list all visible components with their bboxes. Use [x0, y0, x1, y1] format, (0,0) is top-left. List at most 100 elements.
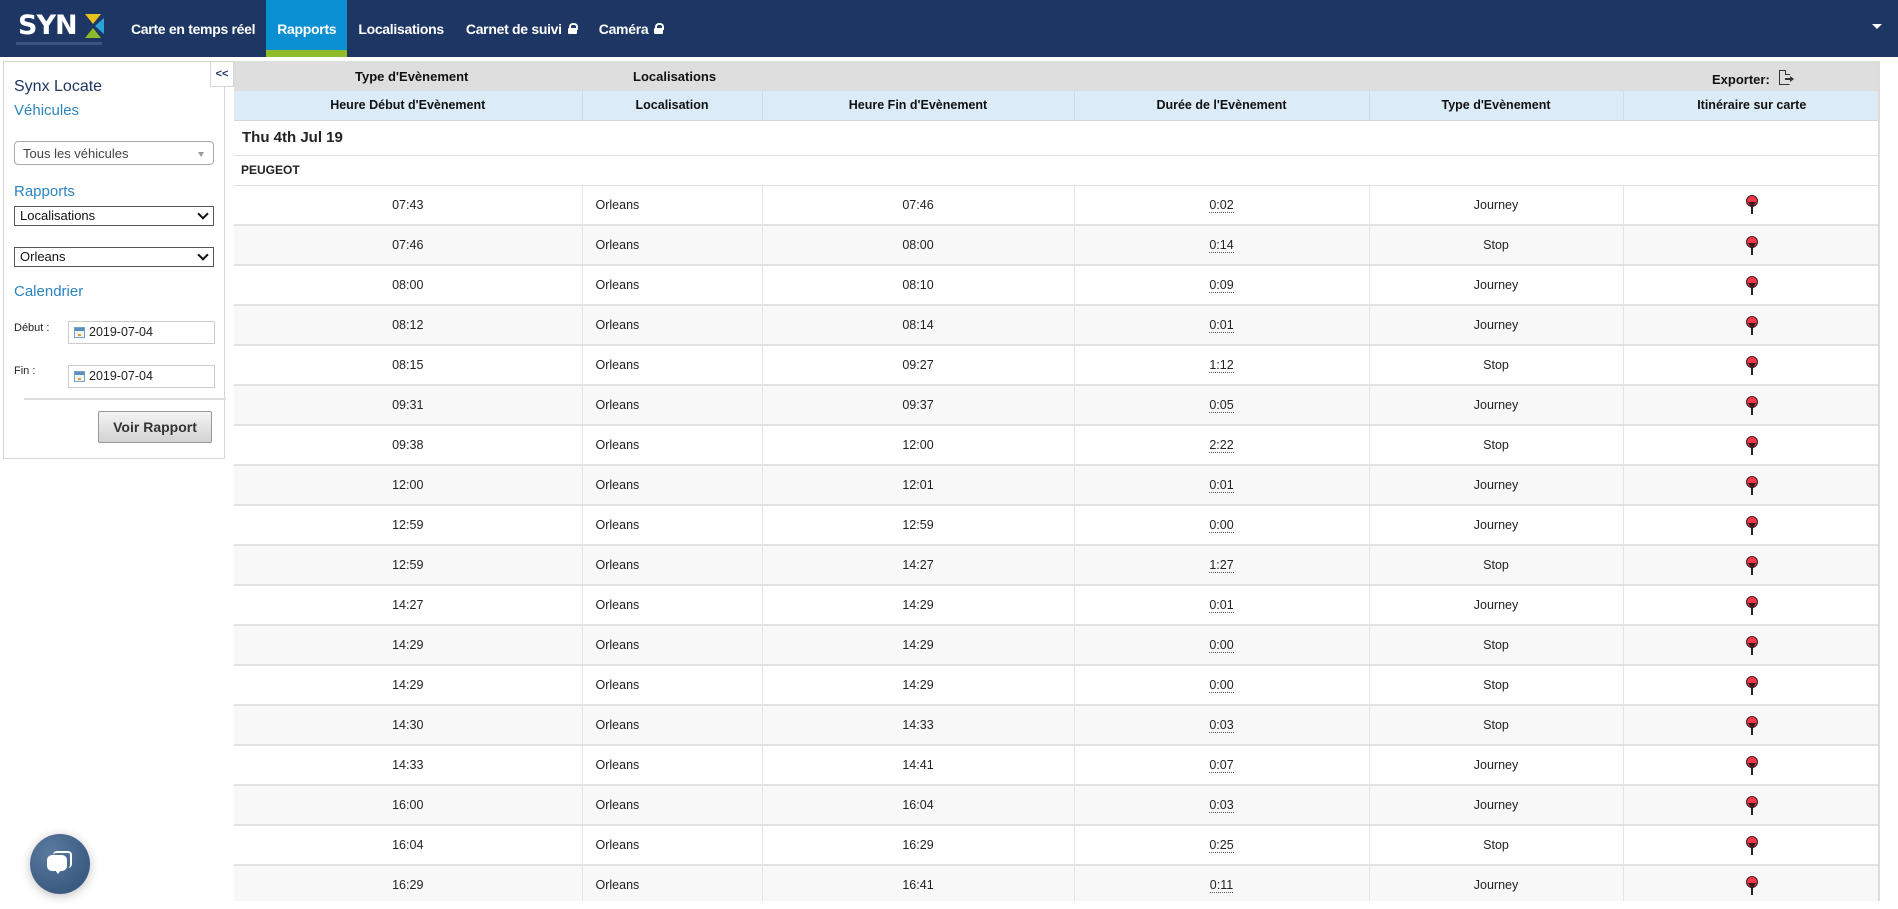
duration-value[interactable]: 0:05 — [1209, 398, 1234, 413]
event-type-cell: Journey — [1369, 385, 1624, 426]
table-row: 14:33 Orleans 14:41 0:07 Journey — [234, 745, 1878, 786]
vehicles-select[interactable]: Tous les véhicules — [14, 141, 214, 165]
event-type-cell: Journey — [1369, 265, 1624, 306]
table-row: 09:38 Orleans 12:00 2:22 Stop — [234, 425, 1878, 466]
map-pin-icon[interactable] — [1745, 875, 1758, 895]
start-time-cell: 09:31 — [234, 385, 583, 426]
nav-item-carnet-de-suivi[interactable]: Carnet de suivi — [455, 0, 588, 57]
end-time-cell: 16:41 — [762, 865, 1075, 901]
map-pin-icon[interactable] — [1745, 275, 1758, 295]
view-report-button[interactable]: Voir Rapport — [98, 411, 212, 443]
end-time-cell: 14:29 — [762, 665, 1075, 706]
duration-cell: 2:22 — [1074, 425, 1370, 466]
column-header[interactable]: Durée de l'Evènement — [1074, 91, 1370, 121]
end-time-cell: 16:29 — [762, 825, 1075, 866]
export-file-icon[interactable] — [1779, 70, 1795, 86]
map-pin-icon[interactable] — [1745, 635, 1758, 655]
logo-x-icon — [82, 14, 104, 38]
event-type-cell: Stop — [1369, 665, 1624, 706]
map-pin-icon[interactable] — [1745, 675, 1758, 695]
column-header[interactable]: Heure Début d'Evènement — [234, 91, 583, 121]
collapse-sidebar-button[interactable]: << — [210, 61, 234, 87]
nav-item-rapports[interactable]: Rapports — [266, 0, 348, 57]
duration-value[interactable]: 2:22 — [1209, 438, 1234, 453]
map-pin-icon[interactable] — [1745, 195, 1758, 215]
duration-value[interactable]: 0:25 — [1209, 838, 1234, 853]
duration-value[interactable]: 0:14 — [1209, 238, 1234, 253]
duration-value[interactable]: 0:01 — [1209, 598, 1234, 613]
map-pin-icon[interactable] — [1745, 795, 1758, 815]
date-group-label: Thu 4th Jul 19 — [234, 120, 1878, 156]
start-time-cell: 16:00 — [234, 785, 583, 826]
reports-heading: Rapports — [14, 183, 75, 200]
event-type-cell: Stop — [1369, 705, 1624, 746]
map-pin-icon[interactable] — [1745, 595, 1758, 615]
map-route-cell — [1623, 625, 1878, 666]
column-header[interactable]: Itinéraire sur carte — [1623, 91, 1878, 121]
calendar-icon[interactable] — [74, 371, 85, 382]
map-pin-icon[interactable] — [1745, 755, 1758, 775]
duration-value[interactable]: 0:11 — [1209, 878, 1234, 893]
duration-value[interactable]: 1:12 — [1209, 358, 1234, 373]
column-header[interactable]: Localisation — [582, 91, 763, 121]
duration-value[interactable]: 0:03 — [1209, 718, 1234, 733]
map-pin-icon[interactable] — [1745, 355, 1758, 375]
start-date-input[interactable]: 2019-07-04 — [68, 321, 215, 344]
map-pin-icon[interactable] — [1745, 395, 1758, 415]
chat-launcher-button[interactable] — [30, 834, 90, 894]
dropdown-arrow-icon — [198, 152, 204, 157]
event-type-cell: Journey — [1369, 465, 1624, 506]
duration-value[interactable]: 0:01 — [1209, 478, 1234, 493]
map-pin-icon[interactable] — [1745, 235, 1758, 255]
column-header[interactable]: Heure Fin d'Evènement — [762, 91, 1075, 121]
duration-value[interactable]: 0:01 — [1209, 318, 1234, 333]
end-date-input[interactable]: 2019-07-04 — [68, 365, 215, 388]
nav-item-localisations[interactable]: Localisations — [347, 0, 455, 57]
duration-value[interactable]: 1:27 — [1209, 558, 1234, 573]
report-type-select[interactable]: Localisations — [14, 206, 214, 226]
nav-item-carte-en-temps-r-el[interactable]: Carte en temps réel — [120, 0, 266, 57]
event-type-cell: Stop — [1369, 225, 1624, 266]
map-pin-icon[interactable] — [1745, 315, 1758, 335]
map-pin-icon[interactable] — [1745, 515, 1758, 535]
location-select[interactable]: Orleans — [14, 247, 214, 267]
end-time-cell: 09:27 — [762, 345, 1075, 386]
event-type-cell: Stop — [1369, 425, 1624, 466]
map-pin-icon[interactable] — [1745, 715, 1758, 735]
event-type-cell: Journey — [1369, 305, 1624, 346]
duration-value[interactable]: 0:02 — [1209, 197, 1234, 213]
map-route-cell — [1623, 785, 1878, 826]
end-time-cell: 12:00 — [762, 425, 1075, 466]
synx-logo[interactable]: SYN — [0, 0, 120, 57]
start-time-cell: 09:38 — [234, 425, 583, 466]
duration-cell: 0:01 — [1074, 585, 1370, 626]
location-cell: Orleans — [582, 345, 763, 386]
event-type-cell: Stop — [1369, 545, 1624, 586]
map-pin-icon[interactable] — [1745, 555, 1758, 575]
start-time-cell: 14:30 — [234, 705, 583, 746]
column-header[interactable]: Type d'Evènement — [1369, 91, 1624, 121]
map-route-cell — [1623, 225, 1878, 266]
duration-value[interactable]: 0:03 — [1209, 798, 1234, 813]
duration-value[interactable]: 0:00 — [1209, 518, 1234, 533]
calendar-icon[interactable] — [74, 327, 85, 338]
report-panel: Type d'Evènement Localisations Exporter:… — [234, 61, 1880, 901]
calendar-heading: Calendrier — [14, 283, 84, 300]
duration-cell: 0:07 — [1074, 745, 1370, 786]
duration-value[interactable]: 0:00 — [1209, 678, 1234, 693]
event-type-cell: Stop — [1369, 345, 1624, 386]
map-pin-icon[interactable] — [1745, 835, 1758, 855]
duration-value[interactable]: 0:00 — [1209, 638, 1234, 653]
duration-cell: 0:00 — [1074, 505, 1370, 546]
duration-value[interactable]: 0:09 — [1209, 278, 1234, 293]
map-route-cell — [1623, 545, 1878, 586]
nav-menu: Carte en temps réel Rapports Localisations… — [120, 0, 674, 57]
duration-value[interactable]: 0:07 — [1209, 758, 1234, 773]
nav-item-cam-ra[interactable]: Caméra — [588, 0, 675, 57]
user-menu-caret-icon[interactable] — [1872, 24, 1882, 29]
table-row: 16:04 Orleans 16:29 0:25 Stop — [234, 825, 1878, 866]
map-pin-icon[interactable] — [1745, 435, 1758, 455]
map-pin-icon[interactable] — [1745, 475, 1758, 495]
end-time-cell: 14:41 — [762, 745, 1075, 786]
location-cell: Orleans — [582, 505, 763, 546]
